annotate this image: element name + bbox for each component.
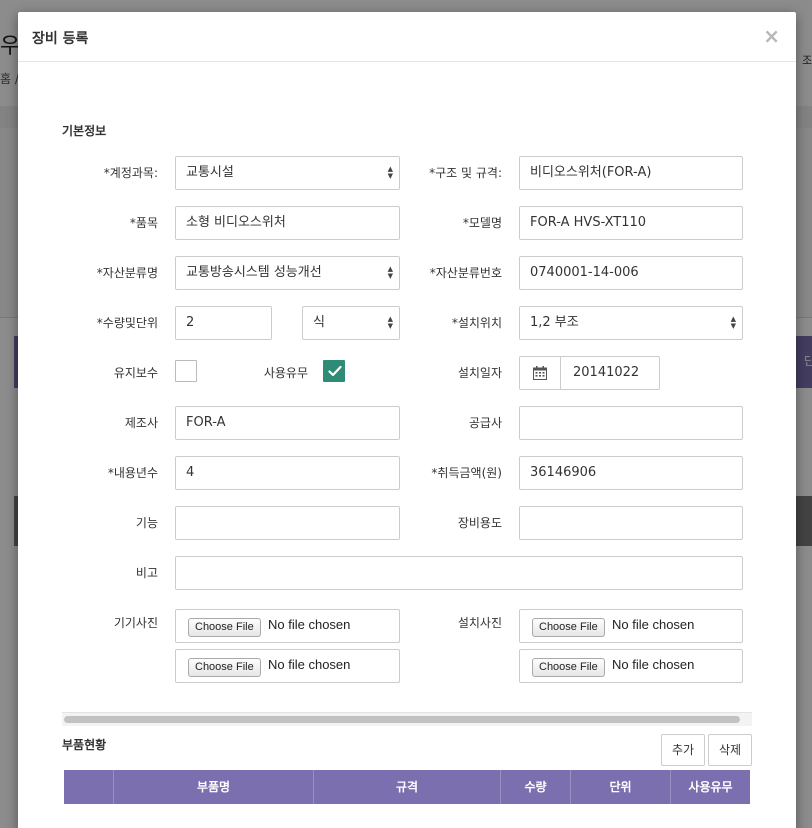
- unit-select[interactable]: 식: [302, 306, 400, 340]
- install-date-label: 설치일자: [457, 366, 502, 380]
- device-photo-label: 기기사진: [113, 616, 158, 630]
- account-value: 교통시설: [186, 165, 234, 180]
- column-header-select[interactable]: [64, 770, 114, 804]
- file-status: No file chosen: [612, 617, 695, 632]
- item-label: *품목: [129, 216, 158, 230]
- device-photo-file-1[interactable]: Choose File No file chosen: [175, 609, 400, 643]
- maker-input[interactable]: FOR-A: [175, 406, 400, 440]
- column-header-qty[interactable]: 수량: [501, 770, 571, 804]
- function-input[interactable]: [175, 506, 400, 540]
- choose-file-button[interactable]: Choose File: [188, 658, 261, 677]
- close-icon[interactable]: ×: [763, 26, 780, 46]
- item-input[interactable]: 소형 비디오스위처: [175, 206, 400, 240]
- modal-header: 장비 등록 ×: [18, 12, 796, 62]
- account-select[interactable]: 교통시설: [175, 156, 400, 190]
- supplier-input[interactable]: [519, 406, 743, 440]
- check-icon: [328, 365, 342, 377]
- calendar-button[interactable]: [520, 357, 561, 389]
- location-value: 1,2 부조: [530, 315, 579, 330]
- purpose-label: 장비용도: [457, 516, 502, 530]
- asset-no-label: *자산분류번호: [429, 266, 502, 280]
- install-photo-file-1[interactable]: Choose File No file chosen: [519, 609, 743, 643]
- note-input[interactable]: [175, 556, 743, 590]
- lifespan-input[interactable]: 4: [175, 456, 400, 490]
- install-date-value: 20141022: [573, 365, 640, 380]
- maintenance-label: 유지보수: [113, 366, 158, 380]
- parts-table-header: 부품명 규격 수량 단위 사용유무: [64, 770, 750, 804]
- account-label: *계정과목:: [103, 166, 158, 180]
- location-select[interactable]: 1,2 부조: [519, 306, 743, 340]
- model-input[interactable]: FOR-A HVS-XT110: [519, 206, 743, 240]
- purpose-input[interactable]: [519, 506, 743, 540]
- install-date-field[interactable]: 20141022: [519, 356, 660, 390]
- model-label: *모델명: [462, 216, 502, 230]
- column-header-unit[interactable]: 단위: [571, 770, 671, 804]
- device-photo-file-2[interactable]: Choose File No file chosen: [175, 649, 400, 683]
- parts-section-title: 부품현황: [62, 738, 107, 752]
- supplier-label: 공급사: [468, 416, 502, 430]
- scrollbar-thumb[interactable]: [64, 716, 740, 723]
- horizontal-scrollbar[interactable]: [62, 712, 752, 726]
- equipment-register-modal: 장비 등록 × 기본정보 *계정과목: 교통시설 *구조 및 규격: 비디오스위…: [18, 12, 796, 828]
- asset-class-select[interactable]: 교통방송시스템 성능개선: [175, 256, 400, 290]
- add-part-button[interactable]: 추가: [661, 734, 705, 766]
- file-status: No file chosen: [612, 657, 695, 672]
- use-label: 사용유무: [263, 366, 308, 380]
- use-checkbox[interactable]: [323, 360, 345, 382]
- function-label: 기능: [135, 516, 158, 530]
- location-label: *설치위치: [451, 316, 502, 330]
- file-status: No file chosen: [268, 657, 351, 672]
- amount-input[interactable]: 36146906: [519, 456, 743, 490]
- install-photo-label: 설치사진: [457, 616, 502, 630]
- file-status: No file chosen: [268, 617, 351, 632]
- asset-class-value: 교통방송시스템 성능개선: [186, 265, 322, 280]
- choose-file-button[interactable]: Choose File: [188, 618, 261, 637]
- install-photo-file-2[interactable]: Choose File No file chosen: [519, 649, 743, 683]
- maker-label: 제조사: [124, 416, 158, 430]
- qty-label: *수량및단위: [96, 316, 158, 330]
- calendar-icon: [533, 366, 547, 380]
- asset-no-input[interactable]: 0740001-14-006: [519, 256, 743, 290]
- lifespan-label: *내용년수: [107, 466, 158, 480]
- choose-file-button[interactable]: Choose File: [532, 618, 605, 637]
- section-title-basic-info: 기본정보: [62, 124, 107, 138]
- unit-value: 식: [313, 315, 325, 330]
- note-label: 비고: [135, 566, 158, 580]
- spec-input[interactable]: 비디오스위처(FOR-A): [519, 156, 743, 190]
- maintenance-checkbox[interactable]: [175, 360, 197, 382]
- modal-title: 장비 등록: [32, 31, 89, 47]
- column-header-part-name[interactable]: 부품명: [114, 770, 314, 804]
- qty-input[interactable]: 2: [175, 306, 272, 340]
- amount-label: *취득금액(원): [431, 466, 502, 480]
- delete-part-button[interactable]: 삭제: [708, 734, 752, 766]
- column-header-in-use[interactable]: 사용유무: [671, 770, 750, 804]
- asset-class-label: *자산분류명: [96, 266, 158, 280]
- choose-file-button[interactable]: Choose File: [532, 658, 605, 677]
- spec-label: *구조 및 규격:: [429, 166, 502, 180]
- column-header-spec[interactable]: 규격: [314, 770, 501, 804]
